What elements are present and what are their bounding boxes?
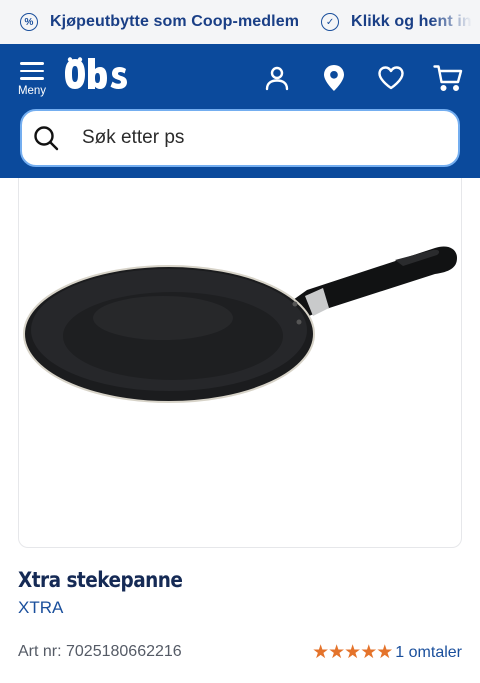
star-icon: ★ bbox=[328, 642, 346, 663]
location-pin-icon[interactable] bbox=[318, 62, 350, 94]
article-number: Art nr: 7025180662216 bbox=[18, 643, 182, 660]
star-icon: ★ bbox=[360, 642, 378, 663]
menu-label: Meny bbox=[17, 84, 47, 97]
star-icon: ★ bbox=[344, 642, 362, 663]
cart-icon[interactable] bbox=[432, 62, 464, 94]
product-image bbox=[23, 246, 457, 403]
header-icons bbox=[236, 62, 464, 94]
hamburger-icon bbox=[20, 62, 44, 85]
promo-bar: % Kjøpeutbytte som Coop-medlem ✓ Klikk o… bbox=[0, 0, 480, 44]
site-header: Meny bbox=[0, 44, 480, 178]
star-icon: ★ bbox=[312, 642, 330, 663]
search-input[interactable] bbox=[82, 127, 412, 149]
star-icon: ★ bbox=[376, 642, 394, 663]
promo-text: Kjøpeutbytte som Coop-medlem bbox=[50, 13, 300, 30]
obs-logo[interactable] bbox=[64, 56, 128, 97]
star-rating: ★ ★ ★ ★ ★ bbox=[312, 642, 394, 663]
search-icon bbox=[34, 126, 59, 151]
promo-fade bbox=[430, 0, 480, 44]
promo-item-membership[interactable]: % Kjøpeutbytte som Coop-medlem bbox=[20, 13, 299, 31]
search-bar[interactable] bbox=[20, 109, 460, 167]
review-count[interactable]: 1 omtaler bbox=[395, 644, 462, 662]
product-brand[interactable]: XTRA bbox=[18, 598, 63, 618]
check-circle-icon: ✓ bbox=[321, 13, 340, 31]
heart-icon[interactable] bbox=[375, 62, 407, 94]
product-rating[interactable]: ★ ★ ★ ★ ★ 1 omtaler bbox=[312, 643, 462, 662]
product-image-card[interactable] bbox=[18, 178, 462, 548]
product-title: Xtra stekepanne bbox=[18, 568, 183, 592]
percent-badge-icon: % bbox=[20, 13, 38, 31]
user-icon[interactable] bbox=[261, 62, 293, 94]
menu-button[interactable]: Meny bbox=[14, 56, 50, 98]
